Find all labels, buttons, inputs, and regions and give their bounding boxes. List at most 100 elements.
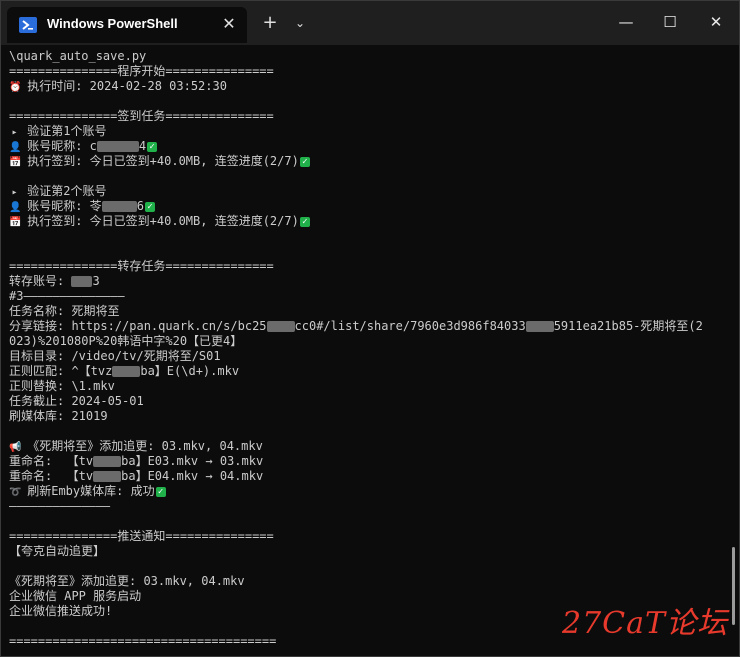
line-text: 正则替换: \1.mkv — [9, 379, 115, 393]
terminal-line: 转存账号: 3 — [9, 274, 731, 289]
watermark: 27CaT论坛 — [562, 606, 729, 641]
line-icon: 📢 — [9, 442, 22, 453]
terminal-line: 分享链接: https://pan.quark.cn/s/bc25 cc0#/li… — [9, 319, 731, 334]
line-icon: 👤 — [9, 142, 22, 153]
line-text: 执行签到: 今日已签到+40.0MB, 连签进度(2/7) — [20, 154, 299, 168]
terminal-line: ===============转存任务=============== — [9, 259, 731, 274]
chevron-down-icon[interactable]: ⌄ — [291, 14, 309, 32]
terminal-line: 重命名: 【tv ba】E03.mkv → 03.mkv — [9, 454, 731, 469]
line-icon: 👤 — [9, 202, 22, 213]
redacted-mask — [525, 321, 554, 332]
line-text: ===============推送通知=============== — [9, 529, 274, 543]
terminal-line: \quark_auto_save.py — [9, 49, 731, 64]
terminal-line: 📅 执行签到: 今日已签到+40.0MB, 连签进度(2/7) ✓ — [9, 214, 731, 229]
line-text: 023)%201080P%20韩语中字%20【已更4】 — [9, 334, 243, 348]
terminal-line: ===============程序开始=============== — [9, 64, 731, 79]
line-icon: ▸ — [11, 187, 18, 198]
line-text: —————————————— — [9, 499, 111, 513]
redacted-mask — [93, 471, 122, 482]
terminal-line: 正则替换: \1.mkv — [9, 379, 731, 394]
line-text: ba】E03.mkv → 03.mkv — [121, 454, 264, 468]
terminal-line: 👤 账号昵称: c 4 ✓ — [9, 139, 731, 154]
terminal-line: ➰ 刷新Emby媒体库: 成功 ✓ — [9, 484, 731, 499]
check-icon: ✓ — [299, 156, 310, 167]
terminal-line: 📅 执行签到: 今日已签到+40.0MB, 连签进度(2/7) ✓ — [9, 154, 731, 169]
redacted-mask — [101, 201, 137, 212]
minimize-button[interactable]: — — [614, 11, 638, 33]
terminal-line: ===============推送通知=============== — [9, 529, 731, 544]
line-text: #3—————————————— — [9, 289, 125, 303]
line-text: 【夸克自动追更】 — [9, 544, 106, 558]
redacted-mask — [71, 276, 93, 287]
line-text: 3 — [92, 274, 100, 288]
line-text: 任务截止: 2024-05-01 — [9, 394, 144, 408]
line-text: 刷媒体库: 21019 — [9, 409, 108, 423]
check-icon: ✓ — [155, 486, 166, 497]
terminal-line: ▸ 验证第1个账号 — [9, 124, 731, 139]
line-text: 企业微信推送成功! — [9, 604, 113, 618]
terminal-line: ===============签到任务=============== — [9, 109, 731, 124]
scrollbar[interactable] — [732, 547, 735, 625]
tab-title: Windows PowerShell — [47, 16, 178, 31]
line-icon: 📅 — [9, 157, 22, 168]
line-text: 目标目录: /video/tv/死期将至/S01 — [9, 349, 221, 363]
terminal-line: 目标目录: /video/tv/死期将至/S01 — [9, 349, 731, 364]
line-icon: ▸ — [11, 127, 18, 138]
check-icon: ✓ — [144, 201, 155, 212]
redacted-mask — [93, 456, 122, 467]
terminal-line: 023)%201080P%20韩语中字%20【已更4】 — [9, 334, 731, 349]
line-text: 《死期将至》添加追更: 03.mkv, 04.mkv — [20, 439, 263, 453]
line-text: 《死期将至》添加追更: 03.mkv, 04.mkv — [9, 574, 245, 588]
terminal-line: —————————————— — [9, 499, 731, 514]
new-tab-button[interactable]: + — [260, 13, 280, 33]
terminal-line: #3—————————————— — [9, 289, 731, 304]
line-text: 验证第2个账号 — [20, 184, 107, 198]
line-text: \quark_auto_save.py — [9, 49, 147, 63]
check-icon: ✓ — [299, 216, 310, 227]
terminal-line: 刷媒体库: 21019 — [9, 409, 731, 424]
terminal-line: 《死期将至》添加追更: 03.mkv, 04.mkv — [9, 574, 731, 589]
terminal-line: ▸ 验证第2个账号 — [9, 184, 731, 199]
close-button[interactable]: ✕ — [704, 11, 728, 33]
terminal-line: 任务截止: 2024-05-01 — [9, 394, 731, 409]
terminal-line: 重命名: 【tv ba】E04.mkv → 04.mkv — [9, 469, 731, 484]
terminal-line: 【夸克自动追更】 — [9, 544, 731, 559]
line-text: ===============程序开始=============== — [9, 64, 274, 78]
maximize-button[interactable]: ☐ — [658, 11, 682, 33]
line-text: 转存账号: — [9, 274, 72, 288]
line-text: 任务名称: 死期将至 — [9, 304, 120, 318]
line-text: 执行时间: 2024-02-28 03:52:30 — [20, 79, 227, 93]
line-text: 刷新Emby媒体库: 成功 — [20, 484, 155, 498]
line-text: 账号昵称: 苓 — [20, 199, 102, 213]
line-text: 执行签到: 今日已签到+40.0MB, 连签进度(2/7) — [20, 214, 299, 228]
line-text: 5911ea21b85-死期将至(2 — [553, 319, 703, 333]
line-text: 6 — [136, 199, 144, 213]
check-icon: ✓ — [147, 141, 158, 152]
line-text: cc0#/list/share/7960e3d986f84033 — [294, 319, 526, 333]
title-bar: Windows PowerShell ✕ + ⌄ — ☐ ✕ — [1, 1, 739, 45]
tab-close-icon[interactable]: ✕ — [219, 14, 239, 34]
line-text: 重命名: 【tv — [9, 469, 94, 483]
line-icon: ⏰ — [9, 82, 22, 93]
line-text: ===================================== — [9, 634, 277, 648]
powershell-window: Windows PowerShell ✕ + ⌄ — ☐ ✕ \quark_au… — [0, 0, 740, 657]
line-text: 验证第1个账号 — [20, 124, 107, 138]
terminal-line: 👤 账号昵称: 苓 6 ✓ — [9, 199, 731, 214]
line-icon: ➰ — [9, 487, 22, 498]
terminal-line: 任务名称: 死期将至 — [9, 304, 731, 319]
terminal-output[interactable]: \quark_auto_save.py ===============程序开始==… — [9, 49, 731, 651]
redacted-mask — [96, 141, 139, 152]
redacted-mask — [112, 366, 141, 377]
line-text: 正则匹配: ^【tvz — [9, 364, 113, 378]
terminal-line: ⏰ 执行时间: 2024-02-28 03:52:30 — [9, 79, 731, 94]
terminal-line: 📢 《死期将至》添加追更: 03.mkv, 04.mkv — [9, 439, 731, 454]
tab-windows-powershell[interactable]: Windows PowerShell ✕ — [7, 7, 247, 43]
line-icon: 📅 — [9, 217, 22, 228]
